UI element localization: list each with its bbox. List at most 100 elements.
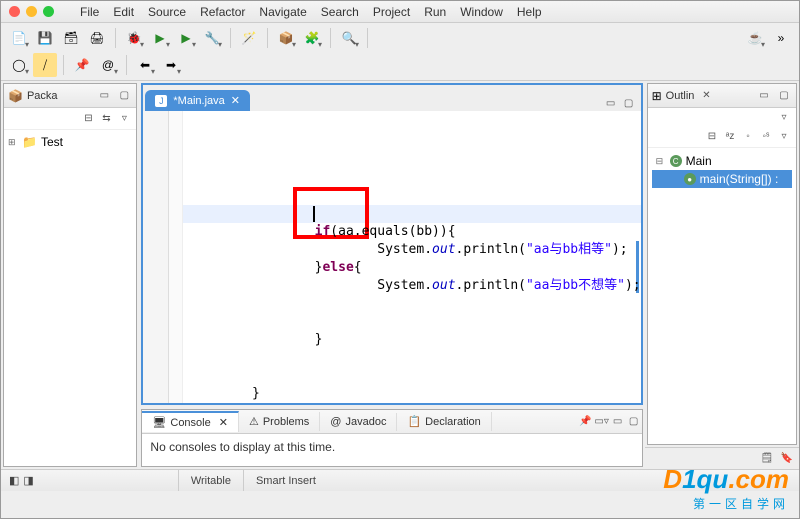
sort-icon[interactable]: ⊟ [704, 129, 720, 145]
status-icon[interactable]: ◨ [23, 475, 33, 487]
outline-view: ⊞ Outlin ✕ ▭ ▢ ▿ ⊟ᵃz◦◦ˢ▿ ⊟CMain●main(Str… [647, 83, 797, 445]
code-line[interactable] [189, 349, 640, 367]
tab-problems[interactable]: ⚠Problems [239, 412, 320, 431]
skip-breakpoints-icon[interactable]: ⧸ [33, 53, 57, 77]
close-tab-icon[interactable]: ✕ [231, 94, 240, 107]
search-icon[interactable]: 🔍 [337, 26, 361, 50]
package-explorer-view: 📦 Packa ▭ ▢ ⊟⇆▿ ⊞📁Test [3, 83, 137, 467]
forward-icon[interactable]: ➡ [159, 53, 183, 77]
menu-refactor[interactable]: Refactor [194, 3, 251, 21]
back-icon[interactable]: ⬅ [133, 53, 157, 77]
maximize-icon[interactable]: ▢ [626, 414, 642, 430]
menu-project[interactable]: Project [367, 3, 416, 21]
collapse-icon[interactable]: ⊟ [80, 111, 96, 127]
view-menu-icon[interactable]: ▿ [776, 109, 792, 125]
code-line[interactable]: if(aa.equals(bb)){ [189, 223, 640, 241]
annotation-icon[interactable]: @ [96, 53, 120, 77]
console-panel: 🖥Console✕⚠Problems@Javadoc📋Declaration📌▭… [141, 409, 642, 467]
code-line[interactable] [189, 295, 640, 313]
outline-icon: ⊞ [652, 89, 662, 103]
status-insert-mode: Smart Insert [243, 470, 328, 491]
perspective-switcher[interactable]: ☕ [743, 26, 767, 50]
status-writable: Writable [178, 470, 243, 491]
outline-cls-icon: C [670, 155, 682, 167]
watermark: D1qu.com 第一区自学网 [663, 464, 789, 512]
menu-search[interactable]: Search [315, 3, 365, 21]
new-package-icon[interactable]: 📦 [274, 26, 298, 50]
save-all-icon[interactable]: 🗃 [59, 26, 83, 50]
outline-item[interactable]: ● main(String[]) : [652, 170, 792, 188]
status-icon[interactable]: ◧ [9, 475, 19, 487]
menu-run[interactable]: Run [418, 3, 452, 21]
hide-static-icon[interactable]: ◦ˢ [758, 129, 774, 145]
tab-console[interactable]: 🖥Console✕ [142, 411, 239, 432]
code-line[interactable] [189, 367, 640, 385]
tree-item-label: Test [41, 135, 63, 149]
code-line[interactable] [189, 313, 640, 331]
external-tools-icon[interactable]: 🔧 [200, 26, 224, 50]
wand-icon[interactable]: 🪄 [237, 26, 261, 50]
menu-help[interactable]: Help [511, 3, 548, 21]
menu-edit[interactable]: Edit [107, 3, 140, 21]
outline-item[interactable]: ⊟ C Main [652, 152, 792, 170]
toolbar-overflow-icon[interactable]: » [769, 26, 793, 50]
menu-file[interactable]: File [74, 3, 105, 21]
code-line[interactable]: System.out.println("aa与bb相等"); [189, 241, 640, 259]
hide-fields-icon[interactable]: ◦ [740, 129, 756, 145]
code-line[interactable]: } [189, 385, 640, 403]
folding-column [169, 111, 183, 403]
editor-tab-label: *Main.java [173, 95, 224, 107]
menu-icon[interactable]: ▿ [116, 111, 132, 127]
run-config-icon[interactable]: ▶ [174, 26, 198, 50]
close-window-icon[interactable] [9, 6, 20, 17]
az-icon[interactable]: ᵃz [722, 129, 738, 145]
outline-item-label: main(String[]) : [700, 172, 779, 186]
pin-console-icon[interactable]: 📌 [578, 414, 594, 430]
tree-expander-icon[interactable]: ⊞ [8, 137, 18, 148]
console-menu-icon[interactable]: ▭▿ [594, 414, 610, 430]
minimize-view-icon[interactable]: ▭ [96, 88, 112, 104]
editor-tab-main-java[interactable]: J *Main.java ✕ [145, 90, 250, 111]
maximize-view-icon[interactable]: ▢ [116, 88, 132, 104]
menu-window[interactable]: Window [454, 3, 509, 21]
run-icon[interactable]: ▶ [148, 26, 172, 50]
package-tree[interactable]: ⊞📁Test [4, 130, 136, 154]
editor-area: J *Main.java ✕ ▭▢ if(aa.equals(bb)){ [141, 83, 642, 405]
debug-icon[interactable]: 🐞 [122, 26, 146, 50]
java-file-icon: J [155, 95, 167, 107]
menu-navigate[interactable]: Navigate [253, 3, 312, 21]
zoom-window-icon[interactable] [43, 6, 54, 17]
minimize-icon[interactable]: ▭ [603, 95, 619, 111]
code-line[interactable]: }else{ [189, 259, 640, 277]
package-explorer-icon: 📦 [8, 89, 23, 103]
menu-icon[interactable]: ▿ [776, 129, 792, 145]
minimize-window-icon[interactable] [26, 6, 37, 17]
pin-icon[interactable]: 📌 [70, 53, 94, 77]
close-outline-icon[interactable]: ✕ [698, 88, 714, 104]
tree-expander-icon[interactable]: ⊟ [656, 156, 666, 167]
maximize-view-icon[interactable]: ▢ [776, 88, 792, 104]
print-icon[interactable]: 🖨 [85, 26, 109, 50]
maximize-icon[interactable]: ▢ [621, 95, 637, 111]
outline-item-label: Main [686, 154, 712, 168]
new-class-icon[interactable]: 🧩 [300, 26, 324, 50]
code-editor[interactable]: if(aa.equals(bb)){ System.out.println("a… [143, 111, 640, 403]
save-icon[interactable]: 💾 [33, 26, 57, 50]
breakpoint-icon[interactable]: ◯ [7, 53, 31, 77]
tree-item[interactable]: ⊞📁Test [8, 134, 132, 150]
tab-javadoc[interactable]: @Javadoc [320, 413, 397, 431]
outline-tree[interactable]: ⊟ C Main ● main(String[]) : [648, 148, 796, 192]
link-icon[interactable]: ⇆ [98, 111, 114, 127]
menu-source[interactable]: Source [142, 3, 192, 21]
main-toolbar: 📄💾🗃🖨🐞▶▶🔧🪄📦🧩🔍☕» ◯⧸📌@⬅➡ [1, 23, 799, 81]
close-icon[interactable]: ✕ [219, 416, 228, 429]
new-icon[interactable]: 📄 [7, 26, 31, 50]
console-message: No consoles to display at this time. [142, 434, 641, 460]
minimize-view-icon[interactable]: ▭ [756, 88, 772, 104]
declaration-icon: 📋 [407, 415, 421, 428]
code-line[interactable]: System.out.println("aa与bb不想等"); [189, 277, 640, 295]
code-line[interactable]: } [189, 331, 640, 349]
tab-declaration[interactable]: 📋Declaration [397, 412, 491, 431]
outline-mth-icon: ● [684, 173, 696, 185]
minimize-icon[interactable]: ▭ [610, 414, 626, 430]
